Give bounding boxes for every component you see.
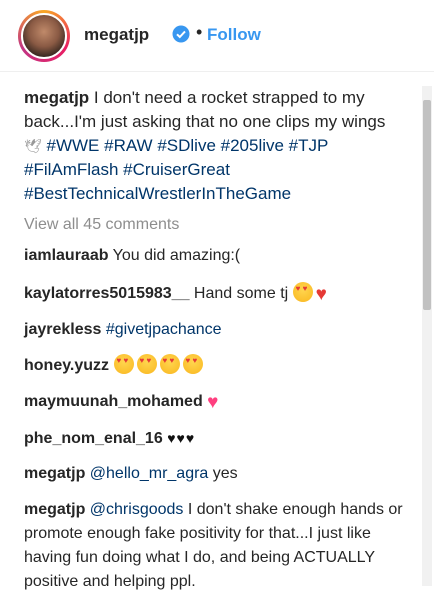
heart-eyes-emoji-icon bbox=[182, 354, 203, 374]
avatar-image bbox=[21, 13, 67, 59]
comment-username[interactable]: jayrekless bbox=[24, 321, 101, 338]
comment-item: megatjp @chrisgoods I don't shake enough… bbox=[24, 498, 414, 594]
header-username[interactable]: megatjp bbox=[84, 25, 149, 45]
black-hearts-emoji-icon: ♥♥♥ bbox=[167, 430, 196, 446]
caption-username[interactable]: megatjp bbox=[24, 88, 89, 107]
heart-eyes-emoji-icon bbox=[292, 282, 313, 302]
scrollbar[interactable] bbox=[422, 86, 432, 586]
verified-badge-icon bbox=[172, 25, 190, 43]
comment-mention[interactable]: @chrisgoods bbox=[85, 501, 184, 518]
comment-hashtag[interactable]: #givetjpachance bbox=[101, 321, 222, 338]
comment-text bbox=[109, 357, 113, 374]
comment-item: phe_nom_enal_16 ♥♥♥ bbox=[24, 426, 414, 451]
comment-item: honey.yuzz bbox=[24, 354, 414, 378]
comment-item: maymuunah_mohamed ♥ bbox=[24, 390, 414, 415]
dove-emoji-icon: 🕊 bbox=[24, 138, 42, 154]
scrollbar-thumb[interactable] bbox=[423, 100, 431, 310]
caption-hashtags[interactable]: #WWE #RAW #SDlive #205live #TJP #FilAmFl… bbox=[24, 136, 328, 203]
comment-text: Hand some tj bbox=[189, 285, 293, 302]
follow-button[interactable]: Follow bbox=[207, 25, 261, 45]
comment-username[interactable]: megatjp bbox=[24, 501, 85, 518]
comment-mention[interactable]: @hello_mr_agra bbox=[85, 465, 209, 482]
heart-eyes-emoji-icon bbox=[113, 354, 134, 374]
comment-item: iamlauraab You did amazing:( bbox=[24, 244, 414, 268]
comment-username[interactable]: honey.yuzz bbox=[24, 357, 109, 374]
heart-eyes-emoji-icon bbox=[159, 354, 180, 374]
post-caption: megatjp I don't need a rocket strapped t… bbox=[24, 86, 404, 206]
comment-username[interactable]: maymuunah_mohamed bbox=[24, 393, 203, 410]
comments-panel[interactable]: megatjp I don't need a rocket strapped t… bbox=[0, 72, 420, 600]
header-separator: • bbox=[196, 22, 203, 42]
comment-item: megatjp @hello_mr_agra yes bbox=[24, 462, 414, 486]
comment-username[interactable]: phe_nom_enal_16 bbox=[24, 430, 163, 447]
comment-username[interactable]: megatjp bbox=[24, 465, 85, 482]
comment-text: yes bbox=[208, 465, 238, 482]
comment-item: jayrekless #givetjpachance bbox=[24, 318, 414, 342]
post-header: megatjp • Follow bbox=[0, 0, 434, 72]
avatar[interactable] bbox=[18, 10, 70, 62]
heart-eyes-emoji-icon bbox=[136, 354, 157, 374]
comment-username[interactable]: kaylatorres5015983__ bbox=[24, 285, 189, 302]
view-all-comments-link[interactable]: View all 45 comments bbox=[24, 216, 179, 234]
red-heart-emoji-icon: ♥ bbox=[315, 284, 327, 305]
comment-username[interactable]: iamlauraab bbox=[24, 247, 108, 264]
comment-text: You did amazing:( bbox=[108, 247, 241, 264]
comment-item: kaylatorres5015983__ Hand some tj ♥ bbox=[24, 282, 414, 307]
sparkling-heart-emoji-icon: ♥ bbox=[207, 392, 219, 413]
